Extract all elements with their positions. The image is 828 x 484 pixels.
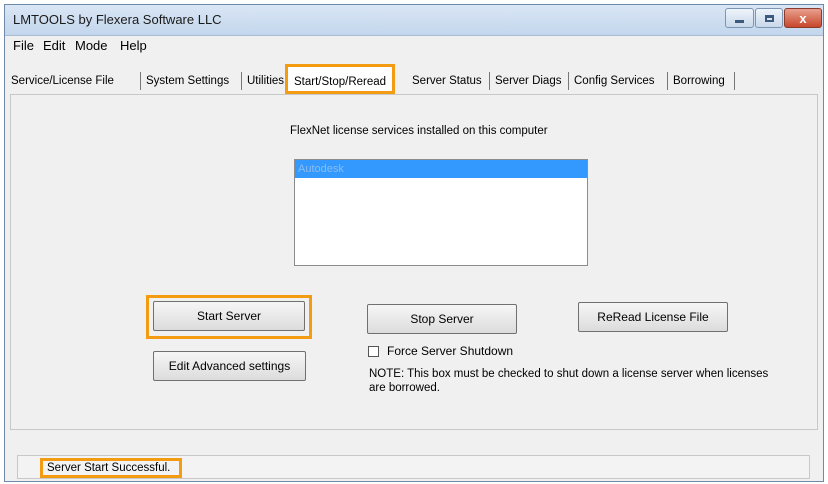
lmtools-window: LMTOOLS by Flexera Software LLC x File E… [4,4,824,482]
borrowed-licenses-note: NOTE: This box must be checked to shut d… [369,368,769,394]
menu-file[interactable]: File [13,38,34,53]
services-caption: FlexNet license services installed on th… [290,125,548,137]
tab-separator [140,72,141,90]
edit-advanced-settings-button[interactable]: Edit Advanced settings [153,351,306,381]
services-listbox[interactable]: Autodesk [294,159,588,266]
close-button[interactable]: x [784,8,822,28]
start-server-button[interactable]: Start Server [153,301,305,331]
maximize-icon [764,14,774,22]
window-title: LMTOOLS by Flexera Software LLC [13,12,222,27]
tab-separator [568,72,569,90]
status-bar: Server Start Successful. [17,455,810,479]
tab-service-license-file[interactable]: Service/License File [7,69,118,93]
reread-license-file-label: ReRead License File [597,310,709,324]
tab-utilities[interactable]: Utilities [243,69,288,93]
tab-separator [734,72,735,90]
menu-bar: File Edit Mode Help [5,35,823,55]
menu-help[interactable]: Help [120,38,147,53]
tab-borrowing[interactable]: Borrowing [669,69,729,93]
edit-advanced-settings-label: Edit Advanced settings [168,359,291,373]
close-icon: x [799,10,807,26]
title-bar[interactable]: LMTOOLS by Flexera Software LLC x [5,5,823,36]
tab-server-status[interactable]: Server Status [408,69,486,93]
tab-system-settings[interactable]: System Settings [142,69,233,93]
maximize-button[interactable] [755,8,783,28]
stop-server-button[interactable]: Stop Server [367,304,517,334]
tab-strip: Service/License File System Settings Uti… [5,57,823,95]
tab-separator [241,72,242,90]
menu-edit[interactable]: Edit [43,38,65,53]
force-shutdown-option[interactable]: Force Server Shutdown [368,344,513,358]
tab-server-diags[interactable]: Server Diags [491,69,565,93]
tab-config-services[interactable]: Config Services [570,69,659,93]
menu-mode[interactable]: Mode [75,38,108,53]
minimize-icon [735,19,744,23]
reread-license-file-button[interactable]: ReRead License File [578,302,728,332]
force-shutdown-label: Force Server Shutdown [387,344,514,358]
tab-separator [489,72,490,90]
stop-server-label: Stop Server [410,312,474,326]
start-server-label: Start Server [196,309,262,323]
status-message: Server Start Successful. [40,458,182,478]
minimize-button[interactable] [725,8,754,28]
list-item-autodesk[interactable]: Autodesk [295,160,587,178]
tab-start-stop-reread[interactable]: Start/Stop/Reread [285,64,396,94]
force-shutdown-checkbox[interactable] [368,345,379,357]
tab-separator [667,72,668,90]
start-stop-reread-panel: FlexNet license services installed on th… [10,94,818,430]
